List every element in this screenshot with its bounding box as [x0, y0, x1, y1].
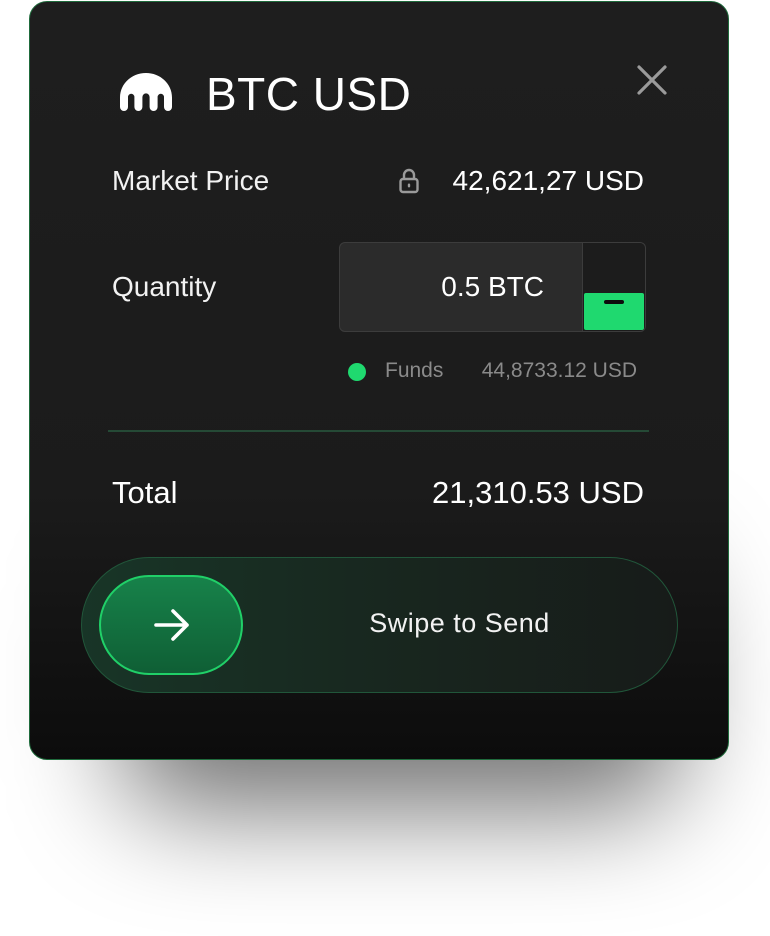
funds-status-dot: [348, 363, 366, 381]
close-icon[interactable]: [634, 62, 670, 98]
quantity-field: [339, 242, 646, 332]
kraken-logo-icon: [120, 73, 172, 111]
market-price-value: 42,621,27 USD: [452, 165, 644, 196]
decrement-button[interactable]: [584, 293, 644, 330]
swipe-label: Swipe to Send: [369, 608, 550, 638]
page-title: BTC USD: [206, 68, 412, 120]
funds-label: Funds: [385, 359, 444, 382]
divider: [108, 430, 649, 432]
market-price-label: Market Price: [112, 165, 270, 196]
quantity-input[interactable]: [340, 243, 582, 331]
funds-value: 44,8733.12 USD: [481, 359, 637, 382]
swipe-handle[interactable]: [99, 575, 243, 675]
total-value: 21,310.53 USD: [432, 475, 644, 510]
arrow-right-icon: [154, 609, 189, 641]
minus-icon: [604, 300, 624, 304]
total-label: Total: [112, 475, 178, 510]
trade-card: BTC USD Market Price 42,621,27 USD Quant…: [29, 1, 729, 760]
quantity-label: Quantity: [112, 271, 217, 302]
swipe-to-send-slider[interactable]: Swipe to Send: [81, 557, 678, 693]
lock-icon: [399, 168, 419, 194]
quantity-stepper: [582, 243, 645, 331]
